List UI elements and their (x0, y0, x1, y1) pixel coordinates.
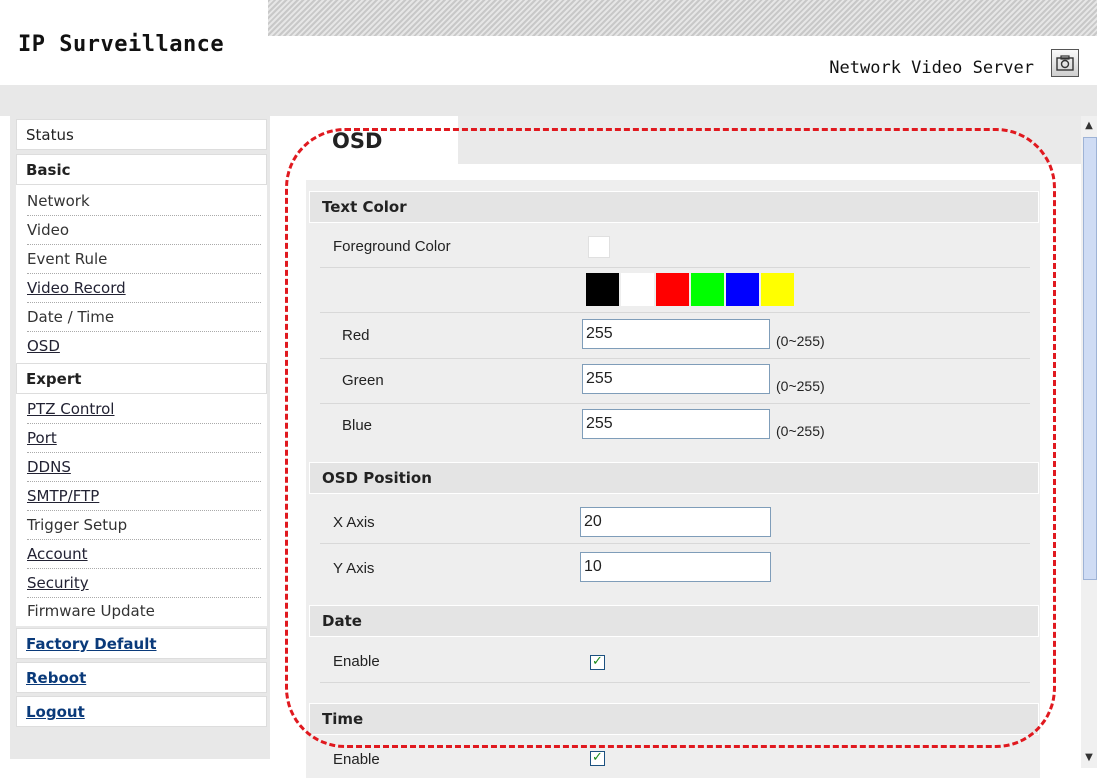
swatch-red[interactable] (656, 273, 689, 306)
red-range: (0~255) (776, 333, 825, 349)
red-label: Red (342, 327, 370, 344)
brand-title: IP Surveillance (18, 32, 225, 57)
blue-range: (0~255) (776, 423, 825, 439)
swatch-white[interactable] (621, 273, 654, 306)
sidebar-item-date-time[interactable]: Date / Time (27, 303, 261, 332)
swatch-yellow[interactable] (761, 273, 794, 306)
camera-icon[interactable] (1051, 49, 1079, 77)
scroll-up-icon[interactable]: ▲ (1081, 118, 1097, 134)
swatch-blue[interactable] (726, 273, 759, 306)
factory-default-link[interactable]: Factory Default (16, 628, 267, 659)
date-enable-checkbox[interactable]: ✓ (590, 655, 605, 670)
sidebar-item-port[interactable]: Port (27, 424, 261, 453)
date-enable-row (320, 637, 1030, 683)
sidebar-heading-expert[interactable]: Expert (16, 363, 267, 394)
swatch-green[interactable] (691, 273, 724, 306)
section-text-color: Text Color (309, 191, 1039, 223)
sidebar: Status Basic Network Video Event Rule Vi… (10, 116, 270, 759)
tab-osd[interactable]: OSD (270, 116, 458, 165)
sidebar-item-osd[interactable]: OSD (27, 332, 261, 361)
logout-link[interactable]: Logout (16, 696, 267, 727)
sidebar-item-status[interactable]: Status (16, 119, 267, 150)
sidebar-item-ddns[interactable]: DDNS (27, 453, 261, 482)
scroll-down-icon[interactable]: ▼ (1081, 750, 1097, 766)
time-enable-checkbox[interactable]: ✓ (590, 751, 605, 766)
red-input[interactable]: 255 (582, 319, 770, 349)
header-band (0, 85, 1097, 116)
sidebar-item-security[interactable]: Security (27, 569, 261, 598)
reboot-link[interactable]: Reboot (16, 662, 267, 693)
sidebar-item-event-rule[interactable]: Event Rule (27, 245, 261, 274)
product-name: Network Video Server (829, 58, 1034, 78)
section-osd-position: OSD Position (309, 462, 1039, 494)
blue-input[interactable]: 255 (582, 409, 770, 439)
sidebar-item-smtp-ftp[interactable]: SMTP/FTP (27, 482, 261, 511)
date-enable-label: Enable (333, 653, 380, 670)
foreground-color-label: Foreground Color (333, 238, 451, 255)
sidebar-item-account[interactable]: Account (27, 540, 261, 569)
green-input[interactable]: 255 (582, 364, 770, 394)
y-axis-label: Y Axis (333, 560, 375, 577)
y-axis-input[interactable]: 10 (580, 552, 771, 582)
x-axis-label: X Axis (333, 514, 375, 531)
green-range: (0~255) (776, 378, 825, 394)
sidebar-item-trigger-setup[interactable]: Trigger Setup (27, 511, 261, 540)
header-stripe (268, 0, 1097, 36)
sidebar-item-video-record[interactable]: Video Record (27, 274, 261, 303)
time-enable-label: Enable (333, 751, 380, 768)
sidebar-item-video[interactable]: Video (27, 216, 261, 245)
scrollbar-thumb[interactable] (1083, 137, 1097, 580)
sidebar-item-ptz-control[interactable]: PTZ Control (27, 395, 261, 424)
green-label: Green (342, 372, 384, 389)
foreground-color-preview (588, 236, 610, 258)
tab-osd-label: OSD (332, 129, 383, 153)
sidebar-item-firmware-update[interactable]: Firmware Update (27, 597, 261, 626)
section-time: Time (309, 703, 1039, 735)
blue-label: Blue (342, 417, 373, 434)
x-axis-input[interactable]: 20 (580, 507, 771, 537)
sidebar-heading-basic[interactable]: Basic (16, 154, 267, 185)
swatch-black[interactable] (586, 273, 619, 306)
section-date: Date (309, 605, 1039, 637)
sidebar-item-network[interactable]: Network (27, 187, 261, 216)
